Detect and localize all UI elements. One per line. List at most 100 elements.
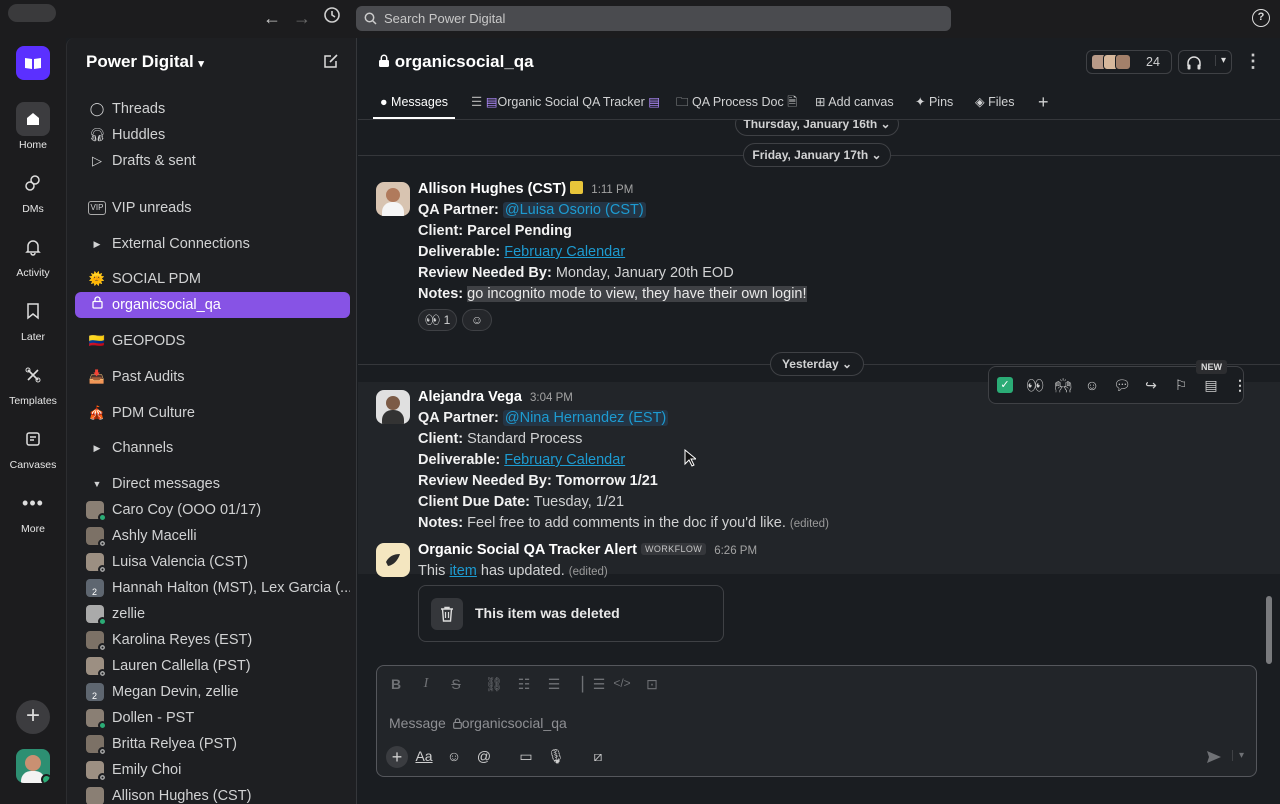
- shortcuts-icon[interactable]: ⧄: [588, 748, 608, 765]
- sidebar-item-social-pdm[interactable]: 🌞 SOCIAL PDM: [75, 266, 350, 292]
- send-button[interactable]: [1206, 750, 1222, 769]
- microphone-icon[interactable]: 🎙︎: [546, 748, 566, 765]
- avatar[interactable]: [376, 182, 410, 216]
- timestamp[interactable]: 3:04 PM: [530, 392, 573, 404]
- member-count-button[interactable]: 24: [1086, 50, 1172, 74]
- deliverable-link[interactable]: February Calendar: [504, 452, 625, 468]
- sidebar-item-vip[interactable]: VIP VIP unreads: [75, 195, 350, 221]
- tab-add-canvas[interactable]: ⊞ Add canvas: [815, 88, 894, 119]
- eyes-reaction-icon[interactable]: 👀︎: [1025, 375, 1045, 395]
- forward-icon[interactable]: ↪: [1141, 375, 1161, 395]
- bold-icon[interactable]: B: [386, 676, 406, 692]
- item-link[interactable]: item: [449, 563, 476, 579]
- author-name[interactable]: Organic Social QA Tracker Alert: [418, 542, 637, 558]
- italic-icon[interactable]: I: [416, 676, 436, 692]
- mention-icon[interactable]: @: [474, 748, 494, 764]
- strikethrough-icon[interactable]: S: [446, 676, 466, 692]
- channel-menu-icon[interactable]: ⋮: [1244, 51, 1262, 72]
- tab-pins[interactable]: ✦ Pins: [915, 88, 953, 119]
- back-arrow-icon[interactable]: ←: [260, 6, 284, 30]
- checkmark-reaction-icon[interactable]: ✓: [997, 377, 1013, 393]
- workspace-logo[interactable]: [16, 46, 50, 80]
- tab-qa-tracker[interactable]: ☰ ▤Organic Social QA Tracker ▤: [471, 88, 660, 119]
- dm-item[interactable]: Emily Choi: [75, 757, 350, 783]
- dm-item[interactable]: Allison Hughes (CST): [75, 783, 350, 804]
- selected-text[interactable]: go incognito mode to view, they have the…: [467, 286, 807, 302]
- date-divider[interactable]: Yesterday ⌄: [770, 352, 864, 376]
- message-composer[interactable]: B I S ⛓ ☷ ☰ ▏☰ </> ⊡ Message organicsoci…: [376, 665, 1257, 777]
- dm-item[interactable]: Luisa Valencia (CST): [75, 549, 350, 575]
- dm-item[interactable]: Karolina Reyes (EST): [75, 627, 350, 653]
- dm-item[interactable]: zellie: [75, 601, 350, 627]
- avatar[interactable]: [376, 390, 410, 424]
- sidebar-item-organicsocial-qa[interactable]: organicsocial_qa: [75, 292, 350, 318]
- message-input[interactable]: Message organicsocial_qa: [389, 715, 567, 731]
- deleted-item-card[interactable]: This item was deleted: [418, 585, 724, 642]
- workflow-avatar[interactable]: [376, 543, 410, 577]
- deliverable-link[interactable]: February Calendar: [504, 244, 625, 260]
- dm-item[interactable]: 2 Megan Devin, zellie: [75, 679, 350, 705]
- user-avatar[interactable]: [16, 749, 50, 783]
- scrollbar[interactable]: [1266, 596, 1272, 664]
- history-icon[interactable]: [320, 6, 344, 30]
- bookmark-icon[interactable]: ⚐: [1171, 375, 1191, 395]
- compose-icon[interactable]: [322, 52, 340, 75]
- sidebar-item-past-audits[interactable]: 📥 Past Audits: [75, 364, 350, 390]
- window-controls[interactable]: [8, 4, 56, 22]
- dm-item[interactable]: Britta Relyea (PST): [75, 731, 350, 757]
- date-divider[interactable]: Friday, January 17th ⌄: [743, 143, 891, 167]
- more-actions-icon[interactable]: ⋮: [1230, 375, 1250, 395]
- dm-item[interactable]: 2 Hannah Halton (MST), Lex Garcia (...: [75, 575, 350, 601]
- sidebar-item-external[interactable]: ▶ External Connections: [75, 231, 350, 257]
- sidebar-section-dms[interactable]: ▼ Direct messages: [75, 471, 350, 497]
- rail-home[interactable]: Home: [0, 102, 66, 151]
- tab-qa-process-doc[interactable]: 🗀 QA Process Doc 🗎: [676, 88, 797, 119]
- workspace-name[interactable]: Power Digital ▾: [86, 52, 204, 72]
- help-icon[interactable]: ?: [1252, 9, 1270, 27]
- date-divider[interactable]: Thursday, January 16th ⌄: [735, 120, 899, 136]
- user-mention[interactable]: @Nina Hernandez (EST): [502, 410, 669, 426]
- tab-messages[interactable]: ● Messages: [373, 88, 456, 119]
- sidebar-item-pdm-culture[interactable]: 🎪 PDM Culture: [75, 400, 350, 426]
- add-reaction-icon[interactable]: ☺: [462, 309, 492, 331]
- user-mention[interactable]: @Luisa Osorio (CST): [502, 202, 646, 218]
- author-name[interactable]: Allison Hughes (CST): [418, 181, 566, 197]
- author-name[interactable]: Alejandra Vega: [418, 389, 522, 405]
- attach-plus-icon[interactable]: +: [386, 746, 408, 768]
- reaction-eyes[interactable]: 👀︎ 1: [418, 309, 458, 331]
- search-input[interactable]: Search Power Digital: [356, 6, 951, 31]
- huddle-button[interactable]: ▾: [1178, 50, 1232, 74]
- link-icon[interactable]: ⛓: [484, 676, 504, 693]
- format-toggle-icon[interactable]: Aa: [414, 748, 434, 764]
- rail-dms[interactable]: DMs: [0, 166, 66, 215]
- add-tab-icon[interactable]: +: [1038, 88, 1049, 119]
- timestamp[interactable]: 1:11 PM: [591, 184, 633, 196]
- rail-later[interactable]: Later: [0, 294, 66, 343]
- dm-item[interactable]: Caro Coy (OOO 01/17): [75, 497, 350, 523]
- dm-item[interactable]: Dollen - PST: [75, 705, 350, 731]
- sidebar-item-huddles[interactable]: 🎧︎ Huddles: [75, 122, 350, 148]
- video-icon[interactable]: ▭: [516, 748, 536, 765]
- rail-templates[interactable]: Templates: [0, 358, 66, 407]
- channel-title[interactable]: organicsocial_qa: [378, 52, 534, 72]
- code-block-icon[interactable]: ⊡: [642, 676, 662, 693]
- bullet-list-icon[interactable]: ☰: [544, 676, 564, 693]
- tab-files[interactable]: ◈ Files: [975, 88, 1015, 119]
- sidebar-section-channels[interactable]: ▶ Channels: [75, 435, 350, 461]
- chevron-down-icon[interactable]: ▾: [1215, 55, 1226, 66]
- sidebar-item-threads[interactable]: ◯ Threads: [75, 96, 350, 122]
- timestamp[interactable]: 6:26 PM: [714, 545, 757, 557]
- rail-activity[interactable]: Activity: [0, 230, 66, 279]
- rail-more[interactable]: ••• More: [0, 486, 66, 535]
- blockquote-icon[interactable]: ▏☰: [582, 676, 605, 693]
- reply-thread-icon[interactable]: 💬︎: [1112, 375, 1132, 395]
- rail-canvases[interactable]: Canvases: [0, 422, 66, 471]
- raised-hands-reaction-icon[interactable]: 🙌︎: [1053, 375, 1073, 395]
- add-workspace-button[interactable]: +: [16, 700, 50, 734]
- sidebar-item-geopods[interactable]: 🇨🇴 GEOPODS: [75, 328, 350, 354]
- numbered-list-icon[interactable]: ☷: [514, 676, 534, 693]
- dm-item[interactable]: Ashly Macelli: [75, 523, 350, 549]
- dm-item[interactable]: Lauren Callella (PST): [75, 653, 350, 679]
- sidebar-item-drafts[interactable]: ▷ Drafts & sent: [75, 148, 350, 174]
- forward-arrow-icon[interactable]: →: [290, 6, 314, 30]
